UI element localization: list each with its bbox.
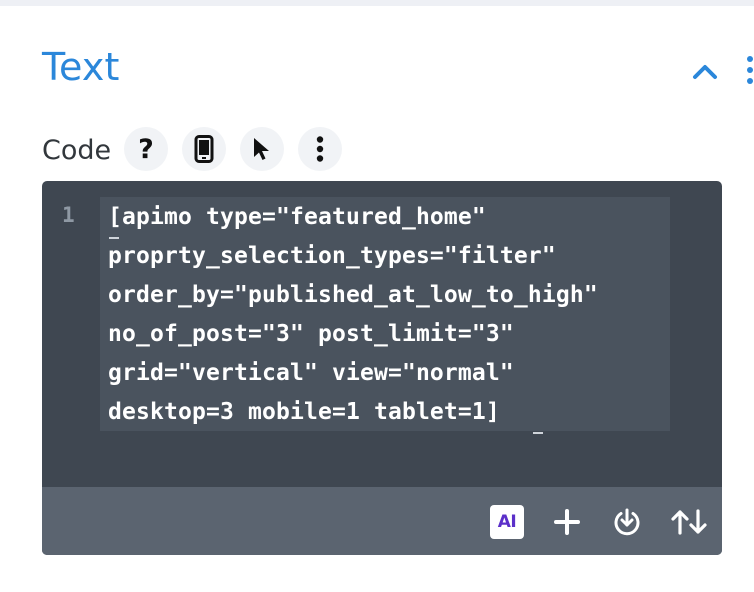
vertical-dots-icon bbox=[747, 56, 753, 62]
sort-arrows-icon bbox=[671, 509, 707, 535]
code-line: proprty_selection_types="filter" bbox=[108, 243, 556, 269]
section-menu-button[interactable] bbox=[746, 56, 754, 84]
code-editor[interactable]: 1 [apimo type="featured_home" proprty_se… bbox=[42, 181, 722, 555]
add-button[interactable] bbox=[549, 504, 585, 540]
ai-assist-button[interactable]: AI bbox=[489, 504, 525, 540]
question-mark-icon: ? bbox=[138, 133, 154, 165]
hover-state-button[interactable] bbox=[240, 127, 284, 171]
bracket-match-marker bbox=[109, 237, 119, 239]
dynamic-content-button[interactable] bbox=[609, 504, 645, 540]
editor-toolbar: AI bbox=[42, 487, 722, 555]
code-line: order_by="published_at_low_to_high" bbox=[108, 282, 598, 308]
collapse-section-button[interactable] bbox=[688, 54, 722, 88]
code-selection[interactable]: [apimo type="featured_home" proprty_sele… bbox=[100, 197, 670, 434]
line-number: 1 bbox=[62, 203, 75, 227]
ai-badge-icon: AI bbox=[490, 505, 524, 539]
code-line: [apimo type="featured_home" bbox=[108, 204, 486, 230]
chevron-up-icon bbox=[693, 65, 717, 79]
panel-top-divider bbox=[0, 0, 754, 6]
help-button[interactable]: ? bbox=[124, 127, 168, 171]
responsive-toggle-button[interactable] bbox=[182, 127, 226, 171]
vertical-dots-icon bbox=[316, 136, 324, 162]
code-field-label: Code bbox=[42, 135, 112, 166]
cursor-pointer-icon bbox=[254, 138, 269, 160]
section-title: Text bbox=[42, 45, 120, 89]
code-line: desktop=3 mobile=1 tablet=1] bbox=[108, 399, 500, 425]
code-line: grid="vertical" view="normal" bbox=[108, 360, 514, 386]
field-options-button[interactable] bbox=[298, 127, 342, 171]
power-download-icon bbox=[614, 508, 640, 536]
plus-icon bbox=[554, 509, 580, 535]
mobile-device-icon bbox=[194, 135, 214, 163]
bracket-match-marker bbox=[533, 432, 543, 434]
code-line: no_of_post="3" post_limit="3" bbox=[108, 321, 514, 347]
sort-button[interactable] bbox=[669, 504, 709, 540]
